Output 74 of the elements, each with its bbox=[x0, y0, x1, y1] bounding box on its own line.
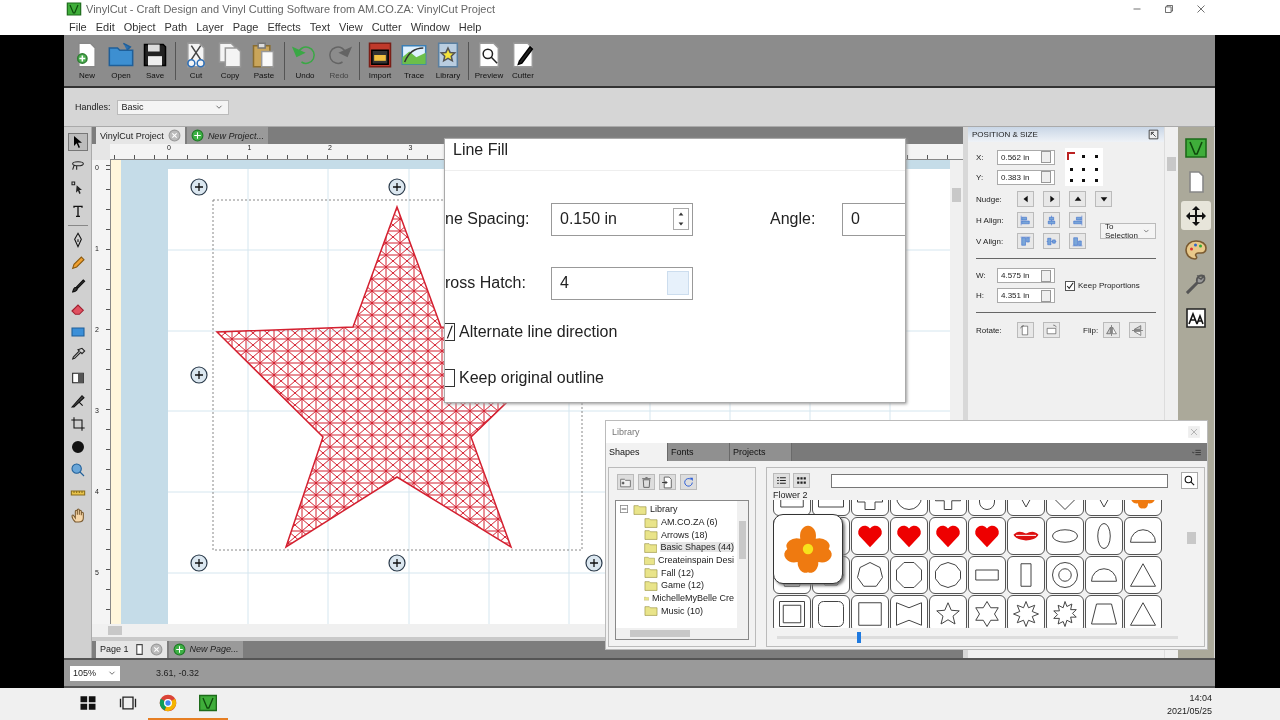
copy-button[interactable]: Copy bbox=[213, 37, 247, 84]
tree-item[interactable]: Basic Shapes (44) bbox=[660, 542, 734, 553]
library-tab[interactable]: Shapes bbox=[606, 443, 668, 461]
cutter-button[interactable]: Cutter bbox=[506, 37, 540, 84]
align-to-dropdown[interactable]: To Selection bbox=[1100, 222, 1156, 239]
tree-item[interactable]: MichelleMyBelle Cre bbox=[651, 593, 734, 604]
panel-title: POSITION & SIZE bbox=[972, 130, 1038, 139]
clock-time: 14:04 bbox=[1189, 692, 1212, 703]
nudge-label: Nudge: bbox=[976, 194, 1003, 204]
handles-dropdown[interactable]: Basic bbox=[116, 99, 229, 115]
save-button[interactable]: Save bbox=[138, 37, 172, 84]
menu-item[interactable]: View bbox=[339, 20, 363, 33]
keep-proportions-checkbox[interactable]: Keep Proportions bbox=[1065, 280, 1140, 291]
height-field[interactable]: 4.351 in bbox=[997, 288, 1055, 303]
angle-label: Angle: bbox=[770, 210, 817, 228]
y-field[interactable]: 0.383 in bbox=[997, 169, 1055, 185]
tree-item[interactable]: Game (12) bbox=[661, 580, 704, 591]
line-spacing-label: ne Spacing: bbox=[445, 210, 531, 228]
option-checkbox[interactable]: Keep original outline bbox=[445, 365, 905, 391]
library-button[interactable]: Library bbox=[431, 37, 465, 84]
library-tab[interactable]: Fonts bbox=[668, 443, 730, 461]
tree-item[interactable]: Library bbox=[650, 504, 678, 515]
library-title: Library bbox=[612, 427, 640, 437]
open-button[interactable]: Open bbox=[104, 37, 138, 84]
v-align-label: V Align: bbox=[976, 236, 1005, 246]
menu-item[interactable]: Path bbox=[164, 20, 188, 33]
cross-hatch-label: ross Hatch: bbox=[445, 274, 527, 292]
cut-button[interactable]: Cut bbox=[179, 37, 213, 84]
menu-item[interactable]: File bbox=[69, 20, 87, 33]
undo-button[interactable]: Undo bbox=[288, 37, 322, 84]
tree-item[interactable]: Arrows (18) bbox=[661, 529, 708, 540]
option-checkbox[interactable]: Alternate line direction bbox=[445, 319, 905, 345]
page-tab[interactable]: New Page... bbox=[168, 640, 243, 658]
h-align-label: H Align: bbox=[976, 215, 1005, 225]
preview-button[interactable]: Preview bbox=[472, 37, 506, 84]
document-tab[interactable]: New Project... bbox=[186, 127, 268, 145]
tree-item[interactable]: Music (10) bbox=[661, 605, 703, 616]
paste-button[interactable]: Paste bbox=[247, 37, 281, 84]
tree-item[interactable]: AM.CO.ZA (6) bbox=[661, 517, 718, 528]
document-tab[interactable]: VinylCut Project bbox=[96, 127, 185, 145]
flip-label: Flip: bbox=[1083, 325, 1099, 335]
zoom-dropdown[interactable]: 105% bbox=[70, 665, 120, 681]
width-label: W: bbox=[976, 271, 987, 280]
window-title: VinylCut - Craft Design and Vinyl Cutting Software from AM.CO.ZA: VinylCut Project bbox=[86, 3, 495, 15]
y-label: Y: bbox=[976, 172, 985, 182]
handles-label: Handles: bbox=[75, 102, 111, 112]
tree-item[interactable]: Fall (12) bbox=[661, 567, 694, 578]
height-label: H: bbox=[976, 291, 985, 300]
menu-item[interactable]: Effects bbox=[267, 20, 301, 33]
dialog-title: Line Fill bbox=[445, 139, 905, 171]
cursor-coordinates: 3.61, -0.32 bbox=[156, 668, 200, 678]
new-button[interactable]: New bbox=[70, 37, 104, 84]
menu-item[interactable]: Cutter bbox=[371, 20, 402, 33]
menu-item[interactable]: Page bbox=[232, 20, 259, 33]
line-spacing-field[interactable]: 0.150 in bbox=[551, 202, 693, 236]
page-tab[interactable]: Page 1 bbox=[96, 640, 167, 658]
library-tab[interactable]: Projects bbox=[730, 443, 792, 461]
menu-item[interactable]: Text bbox=[309, 20, 330, 33]
trace-button[interactable]: Trace bbox=[397, 37, 431, 84]
x-label: X: bbox=[976, 152, 985, 162]
angle-field[interactable]: 0 bbox=[842, 202, 905, 236]
cross-hatch-field[interactable]: 4 bbox=[551, 266, 693, 300]
rotate-label: Rotate: bbox=[976, 325, 1003, 335]
menu-item[interactable]: Window bbox=[410, 20, 450, 33]
menu-item[interactable]: Object bbox=[123, 20, 156, 33]
import-button[interactable]: Import bbox=[363, 37, 397, 84]
menu-item[interactable]: Edit bbox=[95, 20, 115, 33]
shape-name: Flower 2 bbox=[773, 490, 809, 500]
clock-date: 2021/05/25 bbox=[1166, 705, 1212, 716]
width-field[interactable]: 4.575 in bbox=[997, 268, 1055, 283]
tree-item[interactable]: Createinspain Desi bbox=[657, 555, 734, 566]
menu-item[interactable]: Help bbox=[458, 20, 482, 33]
x-field[interactable]: 0.562 in bbox=[997, 149, 1055, 165]
menu-item[interactable]: Layer bbox=[196, 20, 224, 33]
